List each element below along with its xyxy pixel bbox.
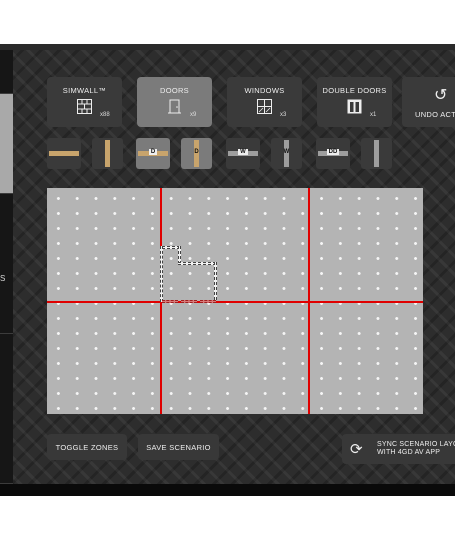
sidebar-tab-3[interactable] <box>0 194 13 334</box>
device-bottom-bezel <box>0 484 455 496</box>
variant-double-door-vertical[interactable] <box>361 138 392 169</box>
tool-doors-count: x9 <box>190 112 197 118</box>
tool-simwall-button[interactable]: SIMWALL™ x88 <box>47 77 122 127</box>
sidebar-label: S <box>0 274 6 283</box>
tool-windows-button[interactable]: WINDOWS x3 <box>227 77 302 127</box>
variant-wall-horizontal[interactable] <box>47 138 81 169</box>
tool-double-doors-count: x1 <box>370 112 377 118</box>
sidebar-tab-1[interactable] <box>0 50 13 94</box>
tool-double-doors-button[interactable]: DOUBLE DOORS x1 <box>317 77 392 127</box>
placed-door-segment[interactable] <box>162 300 178 303</box>
toggle-zones-button[interactable]: TOGGLE ZONES <box>47 434 127 460</box>
sync-icon: ⟳ <box>350 441 363 458</box>
app-screen: S SIMWALL™ x88 DOORS x9 WINDOWS x3 DOUBL… <box>0 50 455 484</box>
variant-door-vertical[interactable]: D <box>181 138 212 169</box>
wall-piece-vertical-icon <box>105 140 110 167</box>
variant-door-v-letter: D <box>194 149 199 155</box>
variant-window-horizontal[interactable]: W <box>226 138 260 169</box>
variant-window-v-letter: W <box>283 149 290 155</box>
undo-label: UNDO ACT <box>415 110 455 119</box>
variant-door-horizontal[interactable]: D <box>136 138 170 169</box>
tool-simwall-label: SIMWALL™ <box>62 86 107 95</box>
save-scenario-button[interactable]: SAVE SCENARIO <box>138 434 219 460</box>
brick-wall-icon <box>77 99 92 114</box>
tool-windows-count: x3 <box>280 112 287 118</box>
sync-label-line2: WITH 4GD AV APP <box>377 449 441 456</box>
sidebar-tab-4[interactable] <box>0 334 13 484</box>
placed-wall-segment[interactable] <box>178 262 216 265</box>
left-sidebar: S <box>0 50 13 484</box>
variant-door-h-letter: D <box>148 149 158 155</box>
placed-wall-segment[interactable] <box>214 262 217 300</box>
tool-windows-label: WINDOWS <box>244 86 285 95</box>
variant-window-vertical[interactable]: W <box>271 138 302 169</box>
placed-door-segment[interactable] <box>181 300 197 303</box>
layout-grid-canvas[interactable] <box>47 188 423 414</box>
sync-scenario-button[interactable]: ⟳ SYNC SCENARIO LAYO WITH 4GD AV APP <box>342 434 455 464</box>
double-door-icon <box>347 99 362 114</box>
tablet-device: S SIMWALL™ x88 DOORS x9 WINDOWS x3 DOUBL… <box>0 44 455 496</box>
tool-double-doors-label: DOUBLE DOORS <box>322 86 387 95</box>
double-door-piece-vertical-icon <box>374 140 379 167</box>
sync-label-line1: SYNC SCENARIO LAYO <box>377 441 455 448</box>
variant-wall-vertical[interactable] <box>92 138 123 169</box>
window-icon <box>257 99 272 114</box>
door-icon <box>168 99 181 114</box>
variant-double-door-horizontal[interactable]: DD <box>316 138 350 169</box>
undo-icon: ↺ <box>434 87 448 104</box>
tool-doors-label: DOORS <box>159 86 189 95</box>
tool-simwall-count: x88 <box>100 112 110 118</box>
undo-action-button[interactable]: ↺ UNDO ACT <box>402 77 455 127</box>
wall-piece-horizontal-icon <box>49 151 79 156</box>
save-scenario-label: SAVE SCENARIO <box>146 443 211 452</box>
zone-divider-horizontal <box>47 301 423 303</box>
tool-doors-button[interactable]: DOORS x9 <box>137 77 212 127</box>
toggle-zones-label: TOGGLE ZONES <box>55 443 119 452</box>
variant-window-h-letter: W <box>238 149 248 155</box>
placed-wall-segment[interactable] <box>160 246 163 302</box>
sidebar-tab-2[interactable] <box>0 94 13 194</box>
placed-door-segment[interactable] <box>200 300 216 303</box>
variant-double-door-letter: DD <box>326 149 340 155</box>
